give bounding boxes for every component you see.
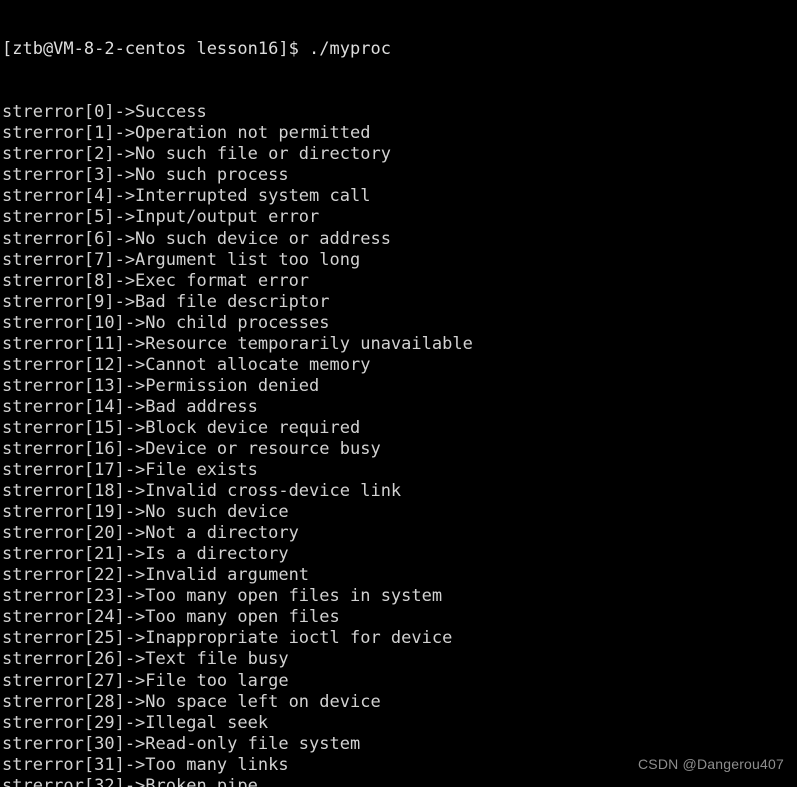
terminal-output-line: strerror[27]->File too large xyxy=(2,670,289,691)
terminal-output-line: strerror[32]->Broken pipe xyxy=(2,775,258,787)
terminal-output-line: strerror[15]->Block device required xyxy=(2,417,361,438)
terminal-output-line: strerror[8]->Exec format error xyxy=(2,270,310,291)
terminal-output-line: strerror[2]->No such file or directory xyxy=(2,144,391,165)
terminal-output-line: strerror[6]->No such device or address xyxy=(2,228,391,249)
terminal-output-line: strerror[10]->No child processes xyxy=(2,312,330,333)
terminal-output-line: strerror[5]->Input/output error xyxy=(2,207,320,228)
terminal-output-line: strerror[16]->Device or resource busy xyxy=(2,438,381,459)
terminal-output-line: strerror[3]->No such process xyxy=(2,165,289,186)
terminal-output-line: strerror[9]->Bad file descriptor xyxy=(2,291,330,312)
terminal-output-line: strerror[30]->Read-only file system xyxy=(2,733,361,754)
terminal-output-line: strerror[7]->Argument list too long xyxy=(2,249,361,270)
terminal-output-line: strerror[14]->Bad address xyxy=(2,396,258,417)
terminal-output-line: strerror[18]->Invalid cross-device link xyxy=(2,481,402,502)
terminal-output-line: strerror[21]->Is a directory xyxy=(2,544,289,565)
terminal-output-line: strerror[29]->Illegal seek xyxy=(2,712,269,733)
terminal-output-line: strerror[4]->Interrupted system call xyxy=(2,186,371,207)
terminal-output-line: strerror[24]->Too many open files xyxy=(2,607,340,628)
terminal-output-line: strerror[31]->Too many links xyxy=(2,754,289,775)
terminal-output-line: strerror[11]->Resource temporarily unava… xyxy=(2,333,473,354)
terminal-output-line: strerror[26]->Text file busy xyxy=(2,649,289,670)
terminal-output-line: strerror[22]->Invalid argument xyxy=(2,565,310,586)
terminal-window[interactable]: [ztb@VM-8-2-centos lesson16]$ ./myproc s… xyxy=(0,0,797,787)
terminal-output-line: strerror[25]->Inappropriate ioctl for de… xyxy=(2,628,453,649)
terminal-output-line: strerror[13]->Permission denied xyxy=(2,375,320,396)
terminal-output-line: strerror[20]->Not a directory xyxy=(2,523,299,544)
terminal-output: strerror[0]->Success strerror[1]->Operati… xyxy=(2,102,797,787)
shell-prompt-line: [ztb@VM-8-2-centos lesson16]$ ./myproc xyxy=(2,39,391,60)
terminal-screen[interactable]: [ztb@VM-8-2-centos lesson16]$ ./myproc s… xyxy=(2,0,797,787)
terminal-output-line: strerror[0]->Success xyxy=(2,102,207,123)
terminal-output-line: strerror[1]->Operation not permitted xyxy=(2,123,371,144)
terminal-output-line: strerror[23]->Too many open files in sys… xyxy=(2,586,443,607)
terminal-output-line: strerror[17]->File exists xyxy=(2,460,258,481)
terminal-output-line: strerror[28]->No space left on device xyxy=(2,691,381,712)
terminal-output-line: strerror[19]->No such device xyxy=(2,502,289,523)
terminal-output-line: strerror[12]->Cannot allocate memory xyxy=(2,354,371,375)
